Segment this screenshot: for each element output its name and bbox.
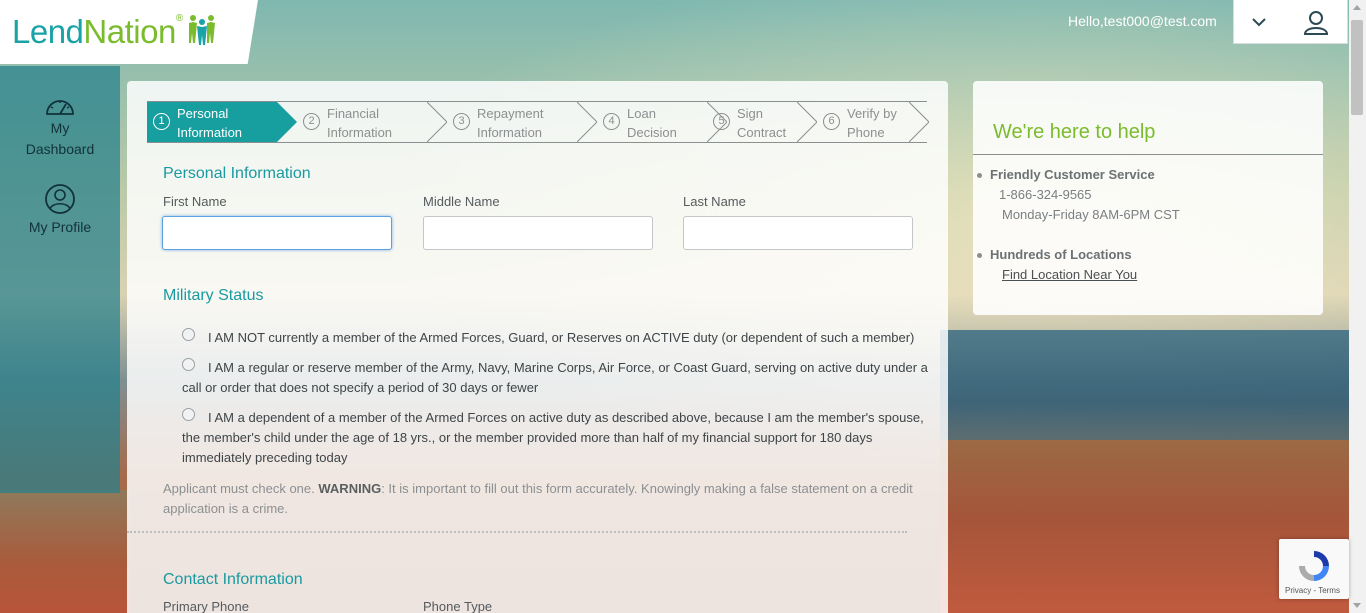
logo-people-icon	[187, 13, 217, 52]
help-panel: We're here to help Friendly Customer Ser…	[973, 81, 1323, 315]
sidebar-item-dashboard[interactable]: My Dashboard	[0, 94, 120, 160]
application-form-card: 1 Personal Information 2 Financial Informa…	[127, 81, 948, 613]
profile-icon	[0, 183, 120, 215]
military-radio-1[interactable]	[182, 328, 195, 341]
step-financial-information[interactable]: 2 Financial Information	[297, 102, 447, 142]
step-repayment-information[interactable]: 3 Repayment Information	[447, 102, 597, 142]
customer-service-hours: Monday-Friday 8AM-6PM CST	[1002, 207, 1180, 222]
logo[interactable]: LendNation®	[0, 0, 258, 64]
customer-service-heading: Friendly Customer Service	[977, 167, 1155, 182]
background-sea	[940, 330, 1350, 450]
step-sign-contract[interactable]: 5 Sign Contract	[707, 102, 817, 142]
step-loan-decision[interactable]: 4 Loan Decision	[597, 102, 727, 142]
find-location-link[interactable]: Find Location Near You	[1002, 267, 1137, 282]
military-status-title: Military Status	[163, 287, 264, 304]
customer-service-phone: 1-866-324-9565	[999, 187, 1092, 202]
gauge-icon	[0, 94, 120, 116]
primary-phone-label: Primary Phone	[163, 599, 249, 613]
recaptcha-badge[interactable]: Privacy - Terms	[1279, 539, 1349, 599]
step-personal-information[interactable]: 1 Personal Information	[147, 102, 297, 142]
background-field-left	[0, 490, 130, 613]
help-divider	[973, 154, 1323, 155]
contact-information-title: Contact Information	[163, 571, 303, 588]
military-option-active-member: I AM a regular or reserve member of the …	[182, 358, 928, 395]
military-radio-3[interactable]	[182, 408, 195, 421]
scroll-down-arrow-icon[interactable]	[1353, 603, 1361, 608]
user-icon[interactable]	[1284, 9, 1347, 35]
scrollbar-thumb[interactable]	[1351, 20, 1363, 115]
recaptcha-privacy-terms[interactable]: Privacy - Terms	[1285, 586, 1340, 595]
last-name-label: Last Name	[683, 194, 746, 209]
sidebar-item-profile[interactable]: My Profile	[0, 183, 120, 238]
personal-information-title: Personal Information	[163, 165, 311, 182]
section-divider	[127, 531, 907, 533]
military-radio-2[interactable]	[182, 358, 195, 371]
step-verify-by-phone[interactable]: 6 Verify by Phone	[817, 102, 929, 142]
military-warning-text: Applicant must check one. WARNING: It is…	[163, 481, 913, 516]
sidebar: My Dashboard My Profile	[0, 66, 120, 493]
progress-steps: 1 Personal Information 2 Financial Informa…	[147, 101, 929, 143]
phone-type-label: Phone Type	[423, 599, 493, 613]
military-option-dependent: I AM a dependent of a member of the Arme…	[182, 408, 924, 465]
locations-heading: Hundreds of Locations	[977, 247, 1132, 262]
help-title: We're here to help	[993, 121, 1156, 143]
military-option-not-active: I AM NOT currently a member of the Armed…	[182, 328, 942, 348]
recaptcha-icon	[1299, 551, 1329, 581]
last-name-field[interactable]	[683, 216, 913, 250]
scroll-up-arrow-icon[interactable]	[1353, 5, 1361, 10]
middle-name-field[interactable]	[423, 216, 653, 250]
page-scrollbar[interactable]	[1349, 0, 1366, 613]
greeting-text: Hello,test000@test.com	[1068, 13, 1217, 29]
first-name-field[interactable]	[162, 216, 392, 250]
user-menu	[1233, 0, 1348, 44]
chevron-down-icon[interactable]	[1234, 17, 1284, 27]
first-name-label: First Name	[163, 194, 227, 209]
middle-name-label: Middle Name	[423, 194, 500, 209]
logo-text: LendNation®	[12, 13, 183, 50]
